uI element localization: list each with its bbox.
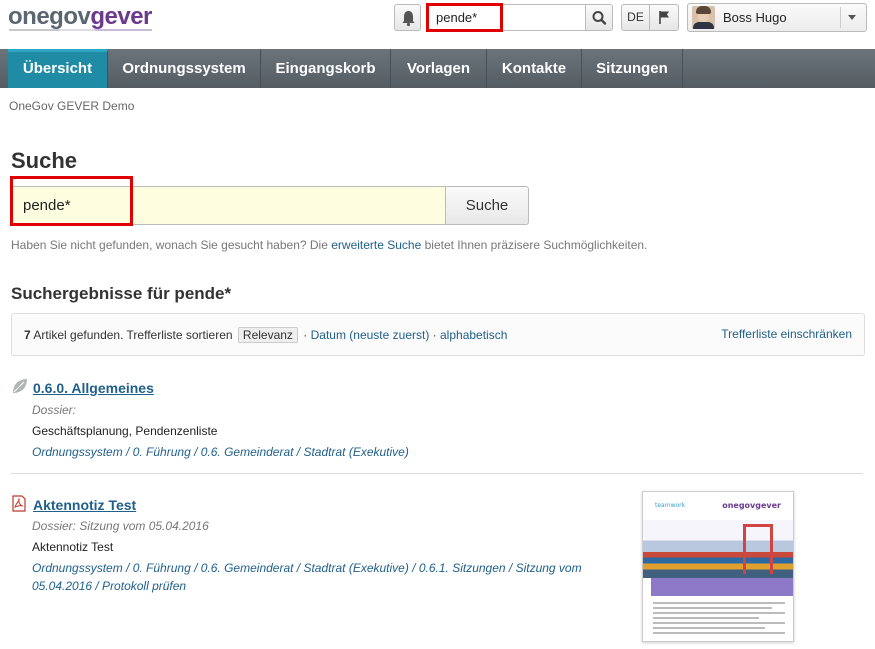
preview-logo-left: teamwork xyxy=(655,502,686,509)
result-title[interactable]: 0.6.0. Allgemeines xyxy=(33,380,154,396)
flag-icon xyxy=(659,11,669,24)
filter-results-link[interactable]: Trefferliste einschränken xyxy=(721,327,852,341)
search-button[interactable]: Suche xyxy=(445,186,529,225)
leaf-icon xyxy=(11,377,29,398)
header-search-input[interactable] xyxy=(428,5,585,30)
page-title: Suche xyxy=(11,148,78,173)
result-path[interactable]: Ordnungssystem / 0. Führung / 0.6. Gemei… xyxy=(32,443,409,461)
sort-relevance[interactable]: Relevanz xyxy=(237,327,298,343)
sort-options: 7 Artikel gefunden. Trefferliste sortier… xyxy=(24,327,507,343)
main-search-field[interactable] xyxy=(11,186,445,225)
flag-button[interactable] xyxy=(650,4,679,31)
sort-date-link[interactable]: Datum (neuste zuerst) xyxy=(311,328,430,342)
logo-part-gever: gever xyxy=(90,3,152,30)
result-divider xyxy=(11,473,863,474)
top-bar: onegovgever DE Boss Hugo xyxy=(0,0,875,48)
preview-crane-graphic xyxy=(743,524,773,574)
hint-text-after: bietet Ihnen präzisere Suchmöglichkeiten… xyxy=(421,238,648,252)
user-name: Boss Hugo xyxy=(723,10,787,25)
bell-icon xyxy=(402,11,415,27)
sort-separator-2: · xyxy=(429,328,440,342)
notifications-button[interactable] xyxy=(394,4,421,31)
result-description: Aktennotiz Test xyxy=(32,540,114,554)
result-count: 7 xyxy=(24,328,31,342)
tab-vorlagen[interactable]: Vorlagen xyxy=(391,49,487,88)
result-path-line-1[interactable]: Ordnungssystem / 0. Führung / 0.6. Gemei… xyxy=(32,559,582,577)
result-type: Dossier: Sitzung vom 05.04.2016 xyxy=(32,519,209,533)
avatar xyxy=(692,6,715,29)
preview-text-lines xyxy=(653,602,785,637)
tab-kontakte[interactable]: Kontakte xyxy=(487,49,582,88)
pdf-icon xyxy=(11,495,27,515)
sort-alpha-link[interactable]: alphabetisch xyxy=(440,328,507,342)
tab-eingangskorb[interactable]: Eingangskorb xyxy=(261,49,391,88)
advanced-search-link[interactable]: erweiterte Suche xyxy=(331,238,421,252)
result-type: Dossier: xyxy=(32,403,77,417)
tab-ordnungssystem[interactable]: Ordnungssystem xyxy=(108,49,261,88)
tab-sitzungen[interactable]: Sitzungen xyxy=(582,49,683,88)
result-description: Geschäftsplanung, Pendenzenliste xyxy=(32,424,218,438)
user-menu-separator xyxy=(840,7,841,28)
header-search-field[interactable] xyxy=(427,4,585,31)
hint-text-before: Haben Sie nicht gefunden, wonach Sie ges… xyxy=(11,238,332,252)
logo-underline xyxy=(9,29,152,31)
result-path-line-2[interactable]: 05.04.2016 / Protokoll prüfen xyxy=(32,577,186,595)
logo-part-one: one xyxy=(8,3,50,30)
preview-logo-right: onegovgever xyxy=(722,501,781,510)
search-hint: Haben Sie nicht gefunden, wonach Sie ges… xyxy=(11,238,647,252)
result-count-text: Artikel gefunden. Trefferliste sortieren xyxy=(30,328,236,342)
result-title[interactable]: Aktennotiz Test xyxy=(33,497,136,513)
main-search-input[interactable] xyxy=(12,187,445,224)
main-navigation: Übersicht Ordnungssystem Eingangskorb Vo… xyxy=(0,49,875,88)
result-item: 0.6.0. Allgemeines Dossier: Geschäftspla… xyxy=(11,377,863,467)
sort-bar: 7 Artikel gefunden. Trefferliste sortier… xyxy=(11,313,865,356)
tab-uebersicht[interactable]: Übersicht xyxy=(8,49,108,88)
preview-title-band xyxy=(651,578,793,596)
breadcrumb[interactable]: OneGov GEVER Demo xyxy=(9,99,134,113)
results-title: Suchergebnisse für pende* xyxy=(11,284,232,303)
search-icon xyxy=(592,11,607,25)
chevron-down-icon xyxy=(848,15,856,20)
header-search-button[interactable] xyxy=(585,4,613,31)
document-preview-thumbnail[interactable]: teamwork onegovgever xyxy=(642,491,794,642)
language-button[interactable]: DE xyxy=(621,4,650,31)
sort-separator-1: · xyxy=(299,328,311,342)
logo-part-gov: gov xyxy=(49,3,91,30)
user-menu-button[interactable]: Boss Hugo xyxy=(687,3,867,32)
onegovgever-logo[interactable]: onegovgever xyxy=(8,3,152,31)
